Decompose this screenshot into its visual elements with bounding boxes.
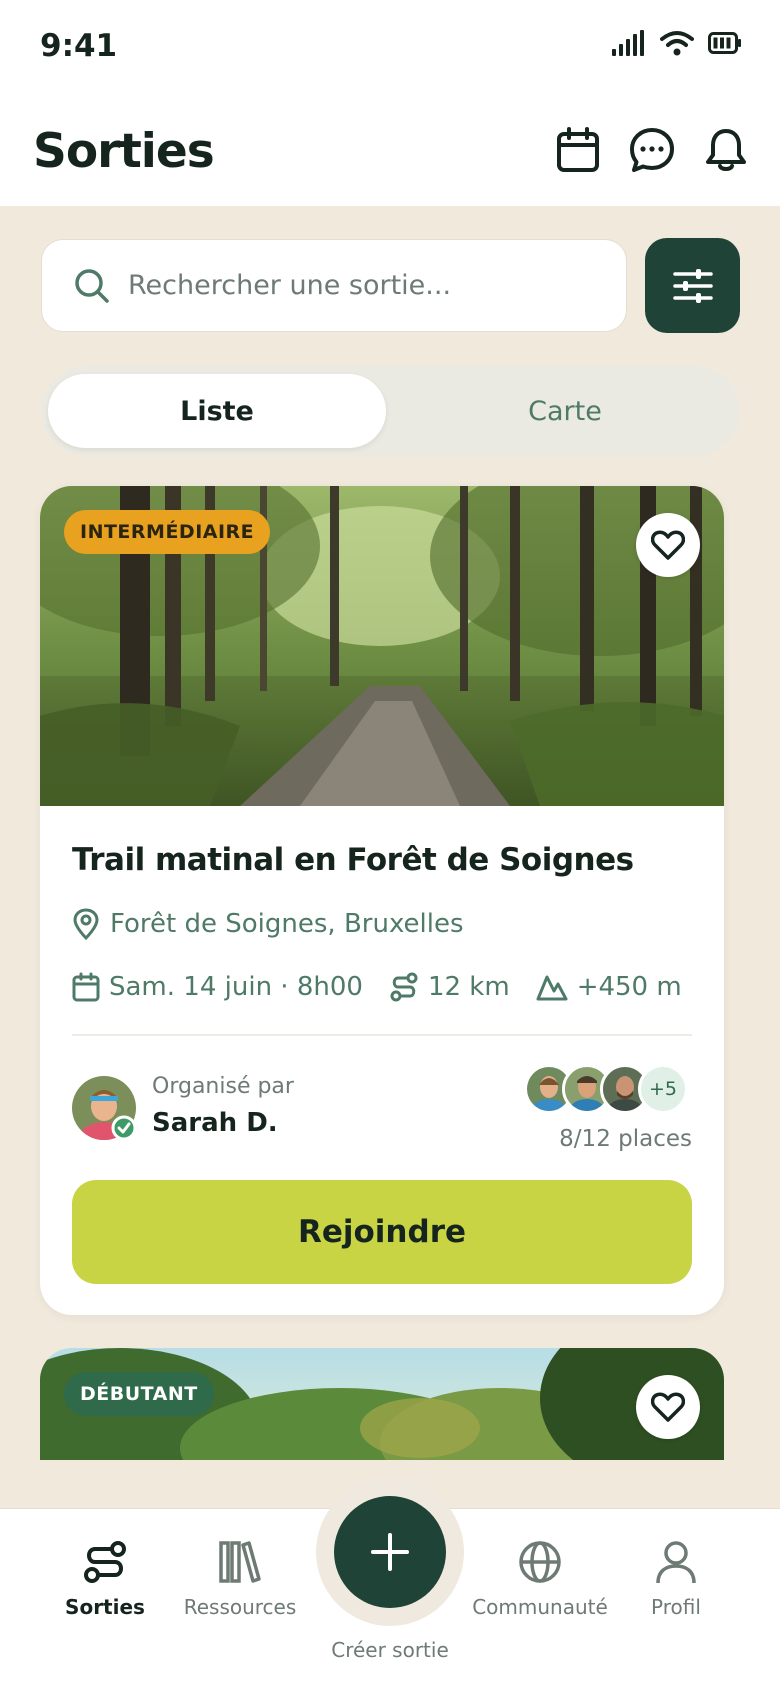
level-badge: INTERMÉDIAIRE: [64, 510, 271, 554]
tab-list[interactable]: Liste: [48, 374, 386, 448]
globe-icon: [519, 1541, 561, 1583]
tab-map[interactable]: Carte: [396, 374, 734, 448]
status-icons: [612, 30, 742, 56]
forest-trail-photo: INTERMÉDIAIRE: [40, 486, 724, 806]
outing-card[interactable]: DÉBUTANT: [40, 1348, 724, 1460]
favorite-button[interactable]: [636, 513, 700, 577]
route-icon: [390, 972, 418, 1002]
date-text: Sam. 14 juin · 8h00: [109, 972, 363, 1002]
organizer-label: Organisé par: [152, 1074, 294, 1099]
calendar-button[interactable]: [554, 126, 602, 174]
outing-meta: Sam. 14 juin · 8h00 12 km +450 m: [72, 972, 708, 1002]
notifications-button[interactable]: [702, 126, 750, 174]
tab-profil[interactable]: Profil: [606, 1539, 746, 1619]
location-text: Forêt de Soignes, Bruxelles: [110, 909, 464, 939]
status-time: 9:41: [40, 28, 118, 64]
outing-location: Forêt de Soignes, Bruxelles: [72, 908, 464, 940]
tab-label: Communauté: [472, 1595, 608, 1619]
favorite-button[interactable]: [636, 1375, 700, 1439]
create-outing-button[interactable]: [334, 1496, 446, 1608]
route-icon: [84, 1541, 126, 1583]
outing-distance: 12 km: [389, 972, 510, 1002]
header: Sorties: [0, 96, 780, 206]
organizer-avatar[interactable]: [72, 1076, 137, 1141]
wifi-icon: [660, 31, 694, 56]
outing-date: Sam. 14 juin · 8h00: [72, 972, 363, 1002]
participants-avatars[interactable]: +5: [524, 1064, 688, 1114]
plus-icon: [371, 1533, 409, 1571]
create-outing-label: Créer sortie: [331, 1638, 449, 1662]
filter-button[interactable]: [645, 238, 740, 333]
view-toggle: Liste Carte: [41, 366, 740, 456]
outing-card[interactable]: INTERMÉDIAIRE Trail matinal en Forêt de …: [40, 486, 724, 1315]
join-button[interactable]: Rejoindre: [72, 1180, 692, 1284]
tab-label: Profil: [651, 1595, 701, 1619]
level-badge: DÉBUTANT: [64, 1372, 214, 1416]
elevation-text: +450 m: [576, 972, 682, 1002]
search-box[interactable]: [41, 239, 627, 332]
heart-icon: [651, 530, 685, 560]
chat-icon: [630, 128, 674, 172]
header-actions: [554, 126, 750, 174]
search-icon: [75, 268, 109, 303]
places-count: 8/12 places: [559, 1126, 692, 1152]
battery-icon: [708, 32, 741, 54]
user-icon: [656, 1541, 696, 1584]
status-bar: 9:41: [0, 0, 780, 96]
more-participants-count: +5: [638, 1064, 688, 1114]
tab-ressources[interactable]: Ressources: [170, 1539, 310, 1619]
heart-icon: [651, 1392, 685, 1422]
tab-sorties[interactable]: Sorties: [35, 1539, 175, 1619]
tab-label: Sorties: [65, 1595, 145, 1619]
card-divider: [72, 1034, 692, 1036]
distance-text: 12 km: [427, 972, 510, 1002]
mountain-icon: [536, 975, 568, 1001]
tab-label: Ressources: [183, 1595, 297, 1619]
search-input[interactable]: [128, 270, 588, 301]
location-pin-icon: [73, 908, 99, 940]
calendar-icon: [557, 127, 599, 172]
page-title: Sorties: [33, 124, 215, 179]
outing-title: Trail matinal en Forêt de Soignes: [72, 842, 634, 878]
signal-icon: [612, 30, 644, 56]
filter-sliders-icon: [672, 268, 713, 303]
calendar-small-icon: [72, 972, 100, 1002]
organizer-name[interactable]: Sarah D.: [152, 1108, 278, 1138]
tab-communaute[interactable]: Communauté: [470, 1539, 610, 1619]
outing-elevation: +450 m: [536, 972, 682, 1002]
messages-button[interactable]: [628, 126, 676, 174]
bell-icon: [706, 129, 746, 171]
library-icon: [219, 1541, 261, 1583]
